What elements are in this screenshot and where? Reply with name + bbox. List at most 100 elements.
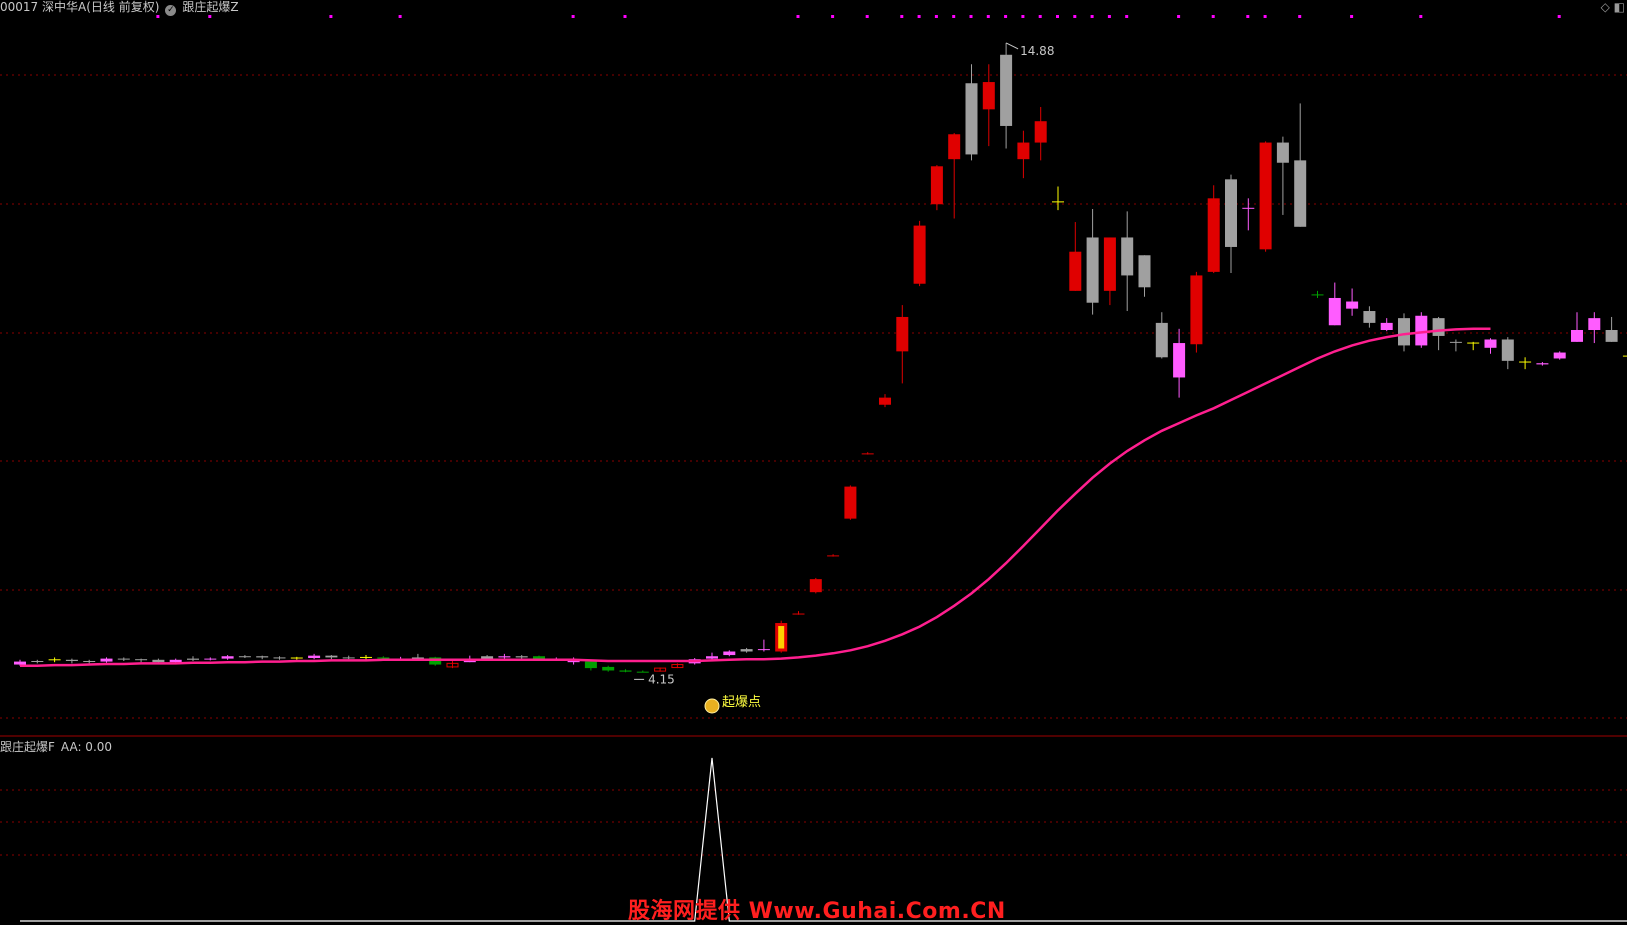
candle-body (1207, 198, 1220, 272)
candle-body (256, 656, 269, 658)
signal-dot (1021, 15, 1025, 18)
watermark: 股海网提供 Www.Guhai.Com.CN (628, 899, 1006, 924)
signal-dot (1419, 15, 1423, 18)
candle-body (481, 656, 494, 659)
candle-body (861, 453, 874, 455)
signal-dot (1246, 15, 1250, 18)
indicator-name[interactable]: 跟庄起爆Z (182, 0, 238, 14)
candlestick-chart: 14.88 4.15 起爆点 (0, 15, 1627, 922)
candle-body (1605, 330, 1618, 342)
candle-body (965, 83, 978, 155)
high-price-label: 14.88 (1020, 44, 1054, 58)
aa-value: AA: 0.00 (60, 740, 113, 754)
signal-dot (1056, 15, 1059, 18)
signal-dot (1298, 15, 1302, 18)
signal-dot (1107, 15, 1111, 18)
signal-dot (1004, 15, 1008, 18)
candle-body (1588, 318, 1601, 331)
candle-body (273, 657, 286, 659)
signal-dot (969, 15, 973, 18)
candle-body (238, 656, 251, 658)
candle-body (1017, 142, 1030, 160)
window-controls[interactable]: ◇ ◧ (1601, 0, 1625, 14)
candle-body (1086, 237, 1099, 303)
candle-body (187, 658, 199, 660)
signal-dot (1350, 15, 1354, 18)
signal-dot (1177, 15, 1181, 18)
candle-body (723, 651, 736, 656)
candle-body (1121, 237, 1134, 276)
candle-body (809, 579, 822, 593)
candle-body (1501, 339, 1514, 361)
candle-body (792, 613, 805, 615)
candle-body (1173, 343, 1186, 378)
candle-body (1346, 301, 1359, 309)
signal-dot (796, 15, 800, 18)
candle-body (1138, 255, 1151, 288)
signal-dot (831, 15, 835, 18)
candle-body (1449, 341, 1462, 343)
candle-body (879, 397, 891, 405)
candle-body (1069, 251, 1082, 291)
candle-body (1553, 352, 1566, 359)
candle-body (619, 670, 632, 672)
candle-body (1242, 207, 1255, 209)
candle-body (636, 671, 649, 673)
signal-dot (329, 15, 333, 18)
candle-body (221, 656, 234, 659)
candle-body (31, 660, 44, 662)
candle-body (1484, 339, 1497, 348)
candle-body (1328, 297, 1341, 326)
signal-dot (571, 15, 575, 18)
signal-dot (865, 15, 869, 18)
low-price-label: 4.15 (648, 672, 675, 686)
high-pointer (1005, 42, 1019, 50)
candle-body (117, 658, 130, 660)
signal-dot (398, 15, 402, 18)
signal-dot (623, 15, 627, 18)
candle-body (757, 649, 770, 651)
candle-body (1294, 160, 1307, 227)
check-icon[interactable]: ✓ (165, 5, 177, 16)
candle-body (135, 659, 148, 661)
signal-dot (1211, 15, 1215, 18)
candle-body (1190, 275, 1203, 345)
candle-body (65, 659, 78, 661)
sub-header: 跟庄起爆F AA: 0.00 (0, 738, 112, 755)
candle-body (1276, 142, 1289, 163)
candle-body (515, 656, 528, 658)
signal-dot (917, 15, 921, 18)
candle-highlight (778, 626, 785, 649)
candle-body (982, 82, 995, 110)
candle-body (152, 659, 165, 663)
candle-body (1363, 311, 1376, 323)
signal-dot (1557, 15, 1561, 18)
candle-body (325, 655, 338, 658)
candle-body (1225, 179, 1237, 247)
candle-body (827, 555, 840, 557)
signal-label: 起爆点 (722, 695, 761, 710)
candle-body (1398, 318, 1410, 346)
candle-body (1155, 322, 1168, 358)
candle-body (1034, 121, 1047, 143)
signal-dot (934, 15, 938, 18)
signal-dot (1038, 15, 1042, 18)
signal-dot (952, 15, 956, 18)
candle-body (948, 134, 961, 160)
candle-body (411, 657, 424, 659)
candle-body (602, 666, 615, 671)
signal-dot (1125, 15, 1129, 18)
candle-body (1000, 54, 1013, 126)
candle-body (584, 661, 597, 669)
candle-body (498, 656, 511, 658)
candle-body (740, 649, 753, 652)
candle-body (342, 657, 355, 659)
sub-indicator-name[interactable]: 跟庄起爆F (0, 740, 55, 754)
candle-body (533, 656, 545, 659)
chart-header: 00017 深中华A(日线 前复权) ✓ 跟庄起爆Z (0, 0, 239, 16)
signal-dot (900, 15, 904, 18)
candle-body (1380, 322, 1393, 331)
candle-body (1415, 315, 1428, 346)
candle-body (1432, 318, 1445, 336)
signal-dot (1073, 15, 1077, 18)
